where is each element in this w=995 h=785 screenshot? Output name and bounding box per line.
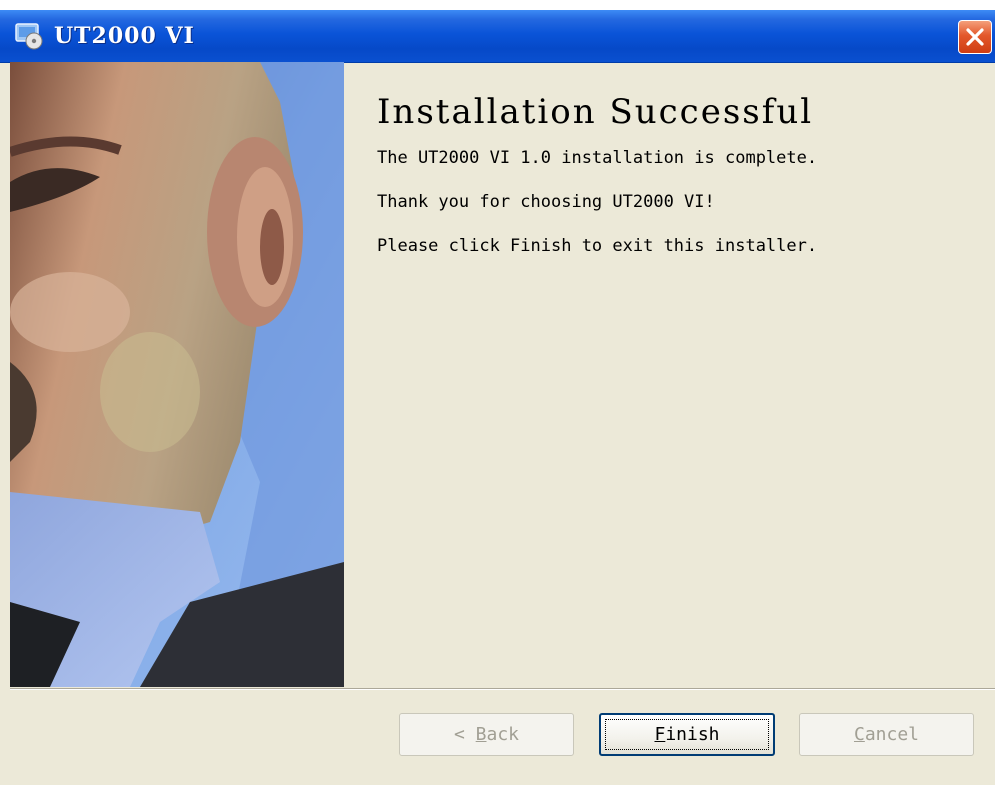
cancel-button-mnemonic: C [853,724,865,745]
close-button[interactable] [958,20,992,54]
finish-button-label: inish [665,724,720,745]
thank-you-message: Thank you for choosing UT2000 VI! [377,192,715,212]
finish-button[interactable]: Finish [599,713,775,756]
back-button[interactable]: < Back [399,713,574,756]
installer-disc-icon [15,23,43,50]
completion-message: The UT2000 VI 1.0 installation is comple… [377,148,818,168]
content-area: Installation Successful The UT2000 VI 1.… [377,92,995,256]
close-x-icon [966,28,984,46]
exit-instruction: Please click Finish to exit this install… [377,236,818,256]
back-button-prefix: < [453,724,476,745]
title-bar[interactable]: UT2000 VI [0,10,995,63]
back-button-mnemonic: B [475,724,487,745]
page-heading: Installation Successful [377,92,814,132]
finish-button-mnemonic: F [654,724,666,745]
back-button-label: ack [486,724,520,745]
footer-separator [10,688,995,690]
installer-window: UT2000 VI Installation Successful The UT… [0,10,995,785]
cancel-button[interactable]: Cancel [799,713,974,756]
cancel-button-label: ancel [864,724,920,745]
side-banner-image [10,62,344,687]
window-title: UT2000 VI [54,23,195,49]
